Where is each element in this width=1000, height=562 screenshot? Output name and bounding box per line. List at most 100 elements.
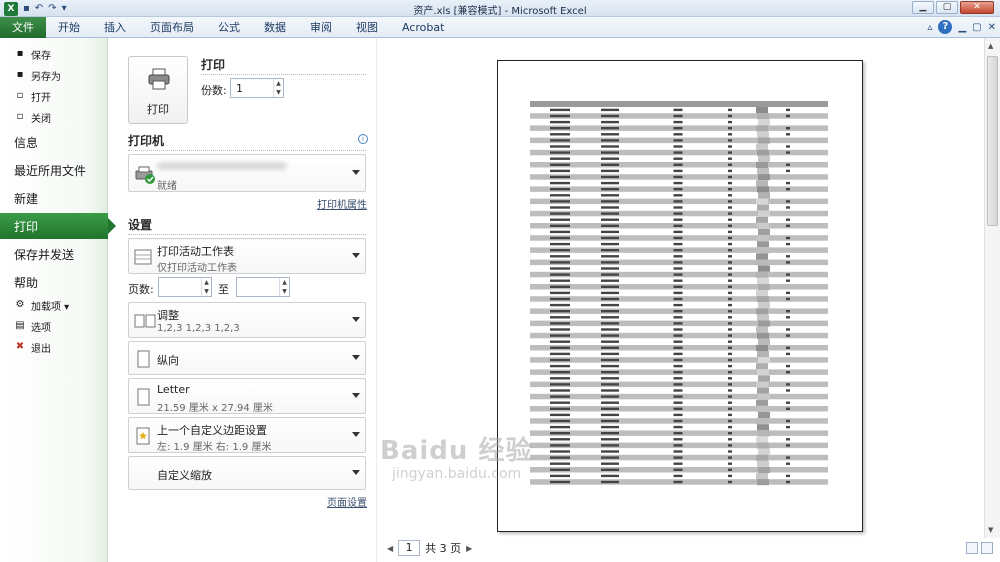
print-what-dropdown[interactable]: 打印活动工作表 仅打印活动工作表 — [128, 238, 366, 274]
sheet-cell-text — [673, 444, 683, 447]
help-icon[interactable]: ? — [938, 20, 953, 34]
nav-print[interactable]: 打印 — [0, 213, 116, 239]
sheet-cell-text — [550, 206, 570, 209]
sheet-cell-text — [728, 383, 732, 386]
sheet-cell-text — [673, 303, 683, 307]
printer-properties-link[interactable]: 打印机属性 — [317, 196, 367, 211]
sheet-cell-text — [728, 163, 732, 166]
sheet-cell-text — [601, 425, 619, 429]
zoom-to-page-icon[interactable] — [981, 542, 993, 554]
spinner-arrows-icon[interactable]: ▲ ▼ — [279, 278, 289, 296]
nav-options[interactable]: ▤ 选项 — [0, 316, 108, 336]
orientation-dropdown[interactable]: 纵向 — [128, 341, 366, 375]
copies-spinner[interactable]: 1 ▲ ▼ — [230, 78, 284, 98]
watermark-url: jingyan.baidu.com — [392, 466, 522, 482]
sheet-cell-text — [550, 267, 570, 270]
printer-dropdown[interactable]: 就绪 — [128, 154, 366, 192]
redacted-cell — [756, 107, 768, 114]
tab-file[interactable]: 文件 — [0, 17, 46, 38]
sheet-cell-text — [550, 169, 570, 173]
paper-size-dropdown[interactable]: Letter 21.59 厘米 x 27.94 厘米 — [128, 378, 366, 414]
print-button[interactable]: 打印 — [128, 56, 188, 124]
sheet-cell-text — [550, 438, 570, 441]
minimize-button[interactable]: ▁ — [912, 1, 934, 14]
doc-close-icon[interactable]: ✕ — [988, 22, 996, 33]
redacted-cell — [756, 253, 768, 260]
print-button-label: 打印 — [147, 103, 169, 116]
tab-review[interactable]: 审阅 — [298, 17, 344, 38]
sheet-cell-text — [601, 480, 619, 484]
nav-close[interactable]: ▫ 关闭 — [0, 107, 108, 127]
sheet-cell-text — [673, 267, 683, 270]
print-section-title: 打印 — [201, 58, 226, 72]
tab-acrobat[interactable]: Acrobat — [390, 17, 456, 38]
scaling-dropdown[interactable]: 自定义缩放 — [128, 456, 366, 490]
pages-from-input[interactable]: ▲ ▼ — [158, 277, 212, 297]
nav-save-send[interactable]: 保存并发送 — [0, 241, 108, 267]
sheet-cell-text — [673, 218, 683, 221]
close-button[interactable]: ✕ — [960, 1, 994, 14]
margins-dropdown[interactable]: 上一个自定义边距设置 左: 1.9 厘米 右: 1.9 厘米 — [128, 417, 366, 453]
minimize-ribbon-icon[interactable]: ▵ — [927, 22, 932, 33]
sheet-cell-text — [601, 377, 619, 380]
tab-insert[interactable]: 插入 — [92, 17, 138, 38]
sheet-cell-text — [786, 291, 790, 295]
redacted-cell — [756, 161, 768, 168]
collate-dropdown[interactable]: 调整 1,2,3 1,2,3 1,2,3 — [128, 302, 366, 338]
sheet-cell-text — [601, 206, 619, 209]
sheet-cell-text — [673, 200, 683, 203]
sheet-cell-text — [601, 163, 619, 166]
info-icon[interactable]: i — [358, 134, 368, 144]
sheet-cell-text — [550, 108, 570, 112]
sheet-cell-text — [601, 340, 619, 343]
sheet-cell-text — [601, 462, 619, 465]
sheet-cell-text — [673, 413, 683, 417]
tab-data[interactable]: 数据 — [252, 17, 298, 38]
nav-label: 另存为 — [31, 71, 61, 83]
sheet-cell-text — [786, 151, 790, 154]
sheet-cell-text — [550, 273, 570, 276]
nav-exit[interactable]: ✖ 退出 — [0, 337, 108, 357]
sheet-cell-text — [550, 181, 570, 185]
page-setup-link[interactable]: 页面设置 — [327, 494, 367, 509]
nav-help[interactable]: 帮助 — [0, 269, 108, 295]
scroll-up-icon[interactable]: ▲ — [988, 42, 993, 50]
scroll-down-icon[interactable]: ▼ — [988, 526, 993, 534]
sheet-cell-text — [786, 456, 790, 459]
prev-page-icon[interactable]: ◀ — [387, 544, 393, 553]
sheet-cell-text — [550, 377, 570, 380]
nav-recent[interactable]: 最近所用文件 — [0, 157, 108, 183]
redacted-cell — [757, 442, 769, 449]
sheet-cell-text — [786, 133, 790, 136]
sheet-cell-text — [728, 267, 732, 270]
current-page-input[interactable]: 1 — [398, 540, 421, 556]
redacted-cell — [756, 473, 768, 480]
nav-addins[interactable]: ⚙ 加载项 ▾ — [0, 295, 108, 315]
redacted-cell — [756, 363, 768, 370]
sheet-cell-text — [728, 316, 732, 319]
nav-save[interactable]: ▪ 保存 — [0, 44, 108, 64]
sheet-header-row — [530, 101, 828, 107]
pages-to-input[interactable]: ▲ ▼ — [236, 277, 290, 297]
show-margins-icon[interactable] — [966, 542, 978, 554]
nav-new[interactable]: 新建 — [0, 185, 108, 211]
sheet-cell-text — [728, 206, 732, 209]
tab-page-layout[interactable]: 页面布局 — [138, 17, 206, 38]
scrollbar-thumb[interactable] — [987, 56, 998, 226]
sheet-cell-text — [786, 462, 790, 465]
spinner-arrows-icon[interactable]: ▲ ▼ — [201, 278, 211, 296]
next-page-icon[interactable]: ▶ — [466, 544, 472, 553]
doc-minimize-icon[interactable]: ▁ — [958, 22, 966, 33]
tab-view[interactable]: 视图 — [344, 17, 390, 38]
doc-restore-icon[interactable]: ▢ — [972, 22, 981, 33]
maximize-button[interactable]: ▢ — [936, 1, 958, 14]
spinner-arrows-icon[interactable]: ▲ ▼ — [273, 79, 283, 97]
tab-home[interactable]: 开始 — [46, 17, 92, 38]
sheet-cell-text — [786, 346, 790, 349]
vertical-scrollbar[interactable]: ▲ ▼ — [984, 38, 1000, 538]
nav-open[interactable]: ▫ 打开 — [0, 86, 108, 106]
nav-save-as[interactable]: ▪ 另存为 — [0, 65, 108, 85]
sheet-cell-text — [728, 480, 732, 484]
tab-formulas[interactable]: 公式 — [206, 17, 252, 38]
nav-info[interactable]: 信息 — [0, 129, 108, 155]
